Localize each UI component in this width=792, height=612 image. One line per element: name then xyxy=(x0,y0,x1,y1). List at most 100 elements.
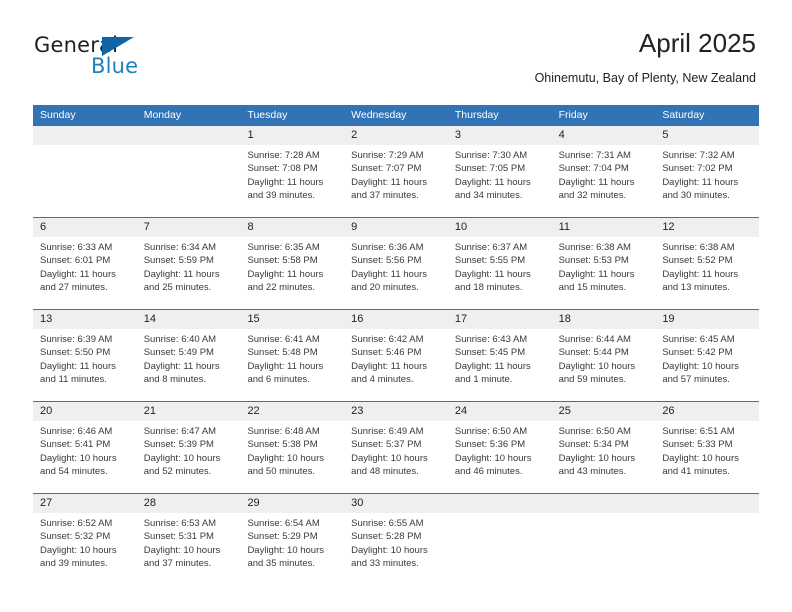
daylight-text-line1: Daylight: 10 hours xyxy=(40,452,117,464)
week-detail-row: Sunrise: 7:28 AM Sunset: 7:08 PM Dayligh… xyxy=(33,145,759,217)
day-cell[interactable]: Sunrise: 6:55 AM Sunset: 5:28 PM Dayligh… xyxy=(344,513,448,585)
day-cell[interactable]: Sunrise: 6:40 AM Sunset: 5:49 PM Dayligh… xyxy=(137,329,241,401)
day-number[interactable]: 18 xyxy=(552,310,656,329)
daylight-text-line1: Daylight: 11 hours xyxy=(662,176,739,188)
sunrise-text: Sunrise: 7:30 AM xyxy=(454,150,528,161)
day-cell[interactable]: Sunrise: 7:29 AM Sunset: 7:07 PM Dayligh… xyxy=(344,145,448,217)
day-number[interactable] xyxy=(552,494,656,513)
week-detail-row: Sunrise: 6:33 AM Sunset: 6:01 PM Dayligh… xyxy=(33,237,759,309)
day-cell[interactable]: Sunrise: 6:38 AM Sunset: 5:52 PM Dayligh… xyxy=(655,237,759,309)
day-cell[interactable]: Sunrise: 7:32 AM Sunset: 7:02 PM Dayligh… xyxy=(655,145,759,217)
weekday-header-monday: Monday xyxy=(143,109,182,121)
day-number[interactable] xyxy=(33,126,137,145)
day-number[interactable]: 2 xyxy=(344,126,448,145)
day-number[interactable] xyxy=(448,494,552,513)
day-cell[interactable] xyxy=(33,145,137,217)
sunset-text: Sunset: 5:32 PM xyxy=(40,531,111,543)
day-number[interactable]: 26 xyxy=(655,402,759,421)
day-number[interactable]: 21 xyxy=(137,402,241,421)
sunrise-text: Sunrise: 6:53 AM xyxy=(143,518,217,529)
day-cell[interactable]: Sunrise: 7:28 AM Sunset: 7:08 PM Dayligh… xyxy=(240,145,344,217)
daylight-text-line2: and 39 minutes. xyxy=(247,189,316,201)
week-row: 27 28 29 30 Sunrise: 6:52 AM Sunset: 5:3… xyxy=(33,493,759,585)
day-number[interactable]: 23 xyxy=(344,402,448,421)
sunrise-text: Sunrise: 7:31 AM xyxy=(558,150,631,161)
day-number[interactable]: 15 xyxy=(240,310,344,329)
day-number[interactable] xyxy=(655,494,759,513)
day-number[interactable]: 20 xyxy=(33,402,137,421)
sunset-text: Sunset: 7:04 PM xyxy=(558,163,629,175)
sunset-text: Sunset: 5:53 PM xyxy=(558,255,629,267)
day-cell[interactable]: Sunrise: 6:44 AM Sunset: 5:44 PM Dayligh… xyxy=(552,329,656,401)
day-number[interactable]: 22 xyxy=(240,402,344,421)
day-cell[interactable]: Sunrise: 6:43 AM Sunset: 5:45 PM Dayligh… xyxy=(448,329,552,401)
sunset-text: Sunset: 5:50 PM xyxy=(40,347,111,359)
day-number[interactable]: 29 xyxy=(240,494,344,513)
sunset-text: Sunset: 5:46 PM xyxy=(351,347,422,359)
day-number[interactable]: 9 xyxy=(344,218,448,237)
day-number[interactable]: 17 xyxy=(448,310,552,329)
day-number[interactable]: 12 xyxy=(655,218,759,237)
day-number[interactable]: 11 xyxy=(552,218,656,237)
sunset-text: Sunset: 5:31 PM xyxy=(143,531,214,543)
daylight-text-line1: Daylight: 11 hours xyxy=(247,360,324,372)
day-number[interactable]: 14 xyxy=(137,310,241,329)
general-blue-logo[interactable]: General Blue xyxy=(34,33,254,81)
day-number[interactable]: 7 xyxy=(137,218,241,237)
day-number[interactable]: 24 xyxy=(448,402,552,421)
day-number[interactable]: 1 xyxy=(240,126,344,145)
daylight-text-line1: Daylight: 10 hours xyxy=(143,452,221,464)
day-cell[interactable]: Sunrise: 6:54 AM Sunset: 5:29 PM Dayligh… xyxy=(240,513,344,585)
daylight-text-line1: Daylight: 11 hours xyxy=(351,268,428,280)
day-number[interactable]: 28 xyxy=(137,494,241,513)
sunset-text: Sunset: 5:55 PM xyxy=(454,255,526,267)
day-number[interactable]: 10 xyxy=(448,218,552,237)
day-cell[interactable]: Sunrise: 6:33 AM Sunset: 6:01 PM Dayligh… xyxy=(33,237,137,309)
day-cell[interactable]: Sunrise: 6:41 AM Sunset: 5:48 PM Dayligh… xyxy=(240,329,344,401)
day-cell[interactable]: Sunrise: 6:46 AM Sunset: 5:41 PM Dayligh… xyxy=(33,421,137,493)
day-cell[interactable]: Sunrise: 6:50 AM Sunset: 5:34 PM Dayligh… xyxy=(552,421,656,493)
day-cell[interactable]: Sunrise: 6:47 AM Sunset: 5:39 PM Dayligh… xyxy=(137,421,241,493)
day-number[interactable]: 5 xyxy=(655,126,759,145)
day-cell[interactable]: Sunrise: 6:42 AM Sunset: 5:46 PM Dayligh… xyxy=(344,329,448,401)
day-number[interactable]: 8 xyxy=(240,218,344,237)
day-cell[interactable]: Sunrise: 6:53 AM Sunset: 5:31 PM Dayligh… xyxy=(137,513,241,585)
day-cell[interactable] xyxy=(552,513,656,585)
daylight-text-line1: Daylight: 11 hours xyxy=(143,360,220,372)
day-number[interactable]: 30 xyxy=(344,494,448,513)
sunrise-text: Sunrise: 6:34 AM xyxy=(143,242,217,253)
day-cell[interactable]: Sunrise: 6:48 AM Sunset: 5:38 PM Dayligh… xyxy=(240,421,344,493)
day-cell[interactable]: Sunrise: 7:30 AM Sunset: 7:05 PM Dayligh… xyxy=(448,145,552,217)
day-cell[interactable]: Sunrise: 6:45 AM Sunset: 5:42 PM Dayligh… xyxy=(655,329,759,401)
day-cell[interactable] xyxy=(137,145,241,217)
day-number[interactable] xyxy=(137,126,241,145)
sunset-text: Sunset: 7:05 PM xyxy=(454,163,526,175)
day-number[interactable]: 19 xyxy=(655,310,759,329)
day-number[interactable]: 25 xyxy=(552,402,656,421)
sunrise-text: Sunrise: 6:48 AM xyxy=(247,426,320,437)
daylight-text-line1: Daylight: 10 hours xyxy=(40,544,117,556)
day-cell[interactable]: Sunrise: 6:35 AM Sunset: 5:58 PM Dayligh… xyxy=(240,237,344,309)
day-cell[interactable]: Sunrise: 6:39 AM Sunset: 5:50 PM Dayligh… xyxy=(33,329,137,401)
day-number[interactable]: 27 xyxy=(33,494,137,513)
day-number[interactable]: 6 xyxy=(33,218,137,237)
day-cell[interactable]: Sunrise: 6:34 AM Sunset: 5:59 PM Dayligh… xyxy=(137,237,241,309)
day-number[interactable]: 13 xyxy=(33,310,137,329)
daylight-text-line2: and 20 minutes. xyxy=(351,281,419,293)
day-cell[interactable]: Sunrise: 6:52 AM Sunset: 5:32 PM Dayligh… xyxy=(33,513,137,585)
day-number[interactable]: 16 xyxy=(344,310,448,329)
day-cell[interactable]: Sunrise: 7:31 AM Sunset: 7:04 PM Dayligh… xyxy=(552,145,656,217)
day-cell[interactable]: Sunrise: 6:51 AM Sunset: 5:33 PM Dayligh… xyxy=(655,421,759,493)
day-cell[interactable]: Sunrise: 6:49 AM Sunset: 5:37 PM Dayligh… xyxy=(344,421,448,493)
day-number[interactable]: 3 xyxy=(448,126,552,145)
daylight-text-line2: and 37 minutes. xyxy=(351,189,419,201)
day-cell[interactable]: Sunrise: 6:50 AM Sunset: 5:36 PM Dayligh… xyxy=(448,421,552,493)
day-cell[interactable] xyxy=(655,513,759,585)
day-cell[interactable]: Sunrise: 6:37 AM Sunset: 5:55 PM Dayligh… xyxy=(448,237,552,309)
day-cell[interactable]: Sunrise: 6:38 AM Sunset: 5:53 PM Dayligh… xyxy=(552,237,656,309)
day-cell[interactable] xyxy=(448,513,552,585)
daylight-text-line2: and 50 minutes. xyxy=(247,465,316,477)
day-number[interactable]: 4 xyxy=(552,126,656,145)
day-cell[interactable]: Sunrise: 6:36 AM Sunset: 5:56 PM Dayligh… xyxy=(344,237,448,309)
sunrise-text: Sunrise: 6:50 AM xyxy=(558,426,631,437)
